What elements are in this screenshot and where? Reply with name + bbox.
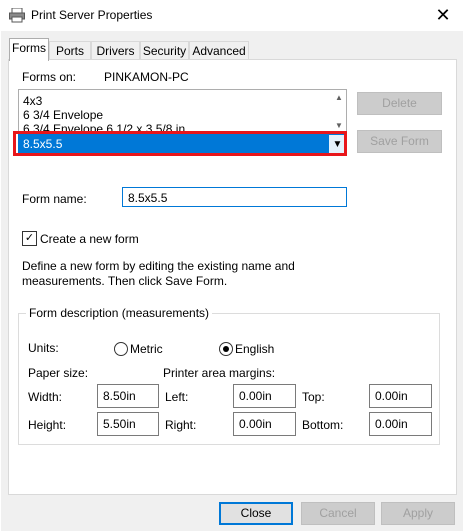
- left-margin-label: Left:: [165, 390, 189, 404]
- radio-selected-dot: [223, 346, 229, 352]
- instructions-text: Define a new form by editing the existin…: [22, 259, 295, 288]
- right-margin-input[interactable]: 0.00in: [233, 412, 296, 436]
- height-label: Height:: [28, 418, 67, 432]
- form-name-input[interactable]: 8.5x5.5: [122, 187, 347, 207]
- tab-advanced[interactable]: Advanced: [189, 41, 249, 60]
- paper-size-label: Paper size:: [28, 366, 89, 380]
- height-input[interactable]: 5.50in: [97, 412, 159, 436]
- tab-forms[interactable]: Forms: [9, 38, 49, 61]
- window-title: Print Server Properties: [31, 8, 153, 22]
- server-name: PINKAMON-PC: [104, 70, 189, 84]
- tab-security[interactable]: Security: [140, 41, 189, 60]
- top-margin-label: Top:: [302, 390, 325, 404]
- printer-margins-label: Printer area margins:: [163, 366, 276, 380]
- units-label: Units:: [28, 341, 59, 355]
- metric-radio[interactable]: [114, 342, 128, 356]
- close-window-button[interactable]: ✕: [428, 2, 458, 28]
- delete-button[interactable]: Delete: [357, 92, 442, 115]
- printer-icon: [9, 8, 25, 23]
- create-new-form-label[interactable]: Create a new form: [40, 232, 139, 246]
- metric-label[interactable]: Metric: [130, 342, 163, 356]
- width-input[interactable]: 8.50in: [97, 384, 159, 408]
- english-label[interactable]: English: [235, 342, 274, 356]
- width-label: Width:: [28, 390, 63, 404]
- apply-button[interactable]: Apply: [381, 502, 455, 525]
- right-margin-label: Right:: [165, 418, 197, 432]
- create-new-form-checkbox[interactable]: ✓: [22, 231, 37, 246]
- bottom-margin-label: Bottom:: [302, 418, 344, 432]
- save-form-button[interactable]: Save Form: [357, 130, 442, 153]
- chevron-down-icon[interactable]: ▼: [329, 135, 346, 154]
- bottom-margin-input[interactable]: 0.00in: [369, 412, 432, 436]
- measurements-title: Form description (measurements): [26, 306, 213, 320]
- left-margin-input[interactable]: 0.00in: [233, 384, 296, 408]
- selected-form-value: 8.5x5.5: [23, 137, 63, 151]
- scroll-up-icon[interactable]: ▲: [333, 92, 345, 104]
- close-button[interactable]: Close: [219, 502, 293, 525]
- scroll-down-icon[interactable]: ▼: [333, 120, 345, 132]
- forms-listbox[interactable]: 4x3 6 3/4 Envelope 6 3/4 Envelope 6 1/2 …: [18, 89, 347, 136]
- top-margin-input[interactable]: 0.00in: [369, 384, 432, 408]
- forms-on-label: Forms on:: [22, 70, 77, 84]
- list-item[interactable]: 4x3: [23, 94, 42, 108]
- cancel-button[interactable]: Cancel: [301, 502, 375, 525]
- form-name-label: Form name:: [22, 192, 87, 206]
- selected-form-combo[interactable]: 8.5x5.5 ▼: [18, 134, 347, 155]
- english-radio[interactable]: [219, 342, 233, 356]
- title-bar: Print Server Properties ✕: [0, 0, 464, 31]
- tab-drivers[interactable]: Drivers: [91, 41, 140, 60]
- list-item[interactable]: 6 3/4 Envelope: [23, 108, 103, 122]
- tab-ports[interactable]: Ports: [49, 41, 91, 60]
